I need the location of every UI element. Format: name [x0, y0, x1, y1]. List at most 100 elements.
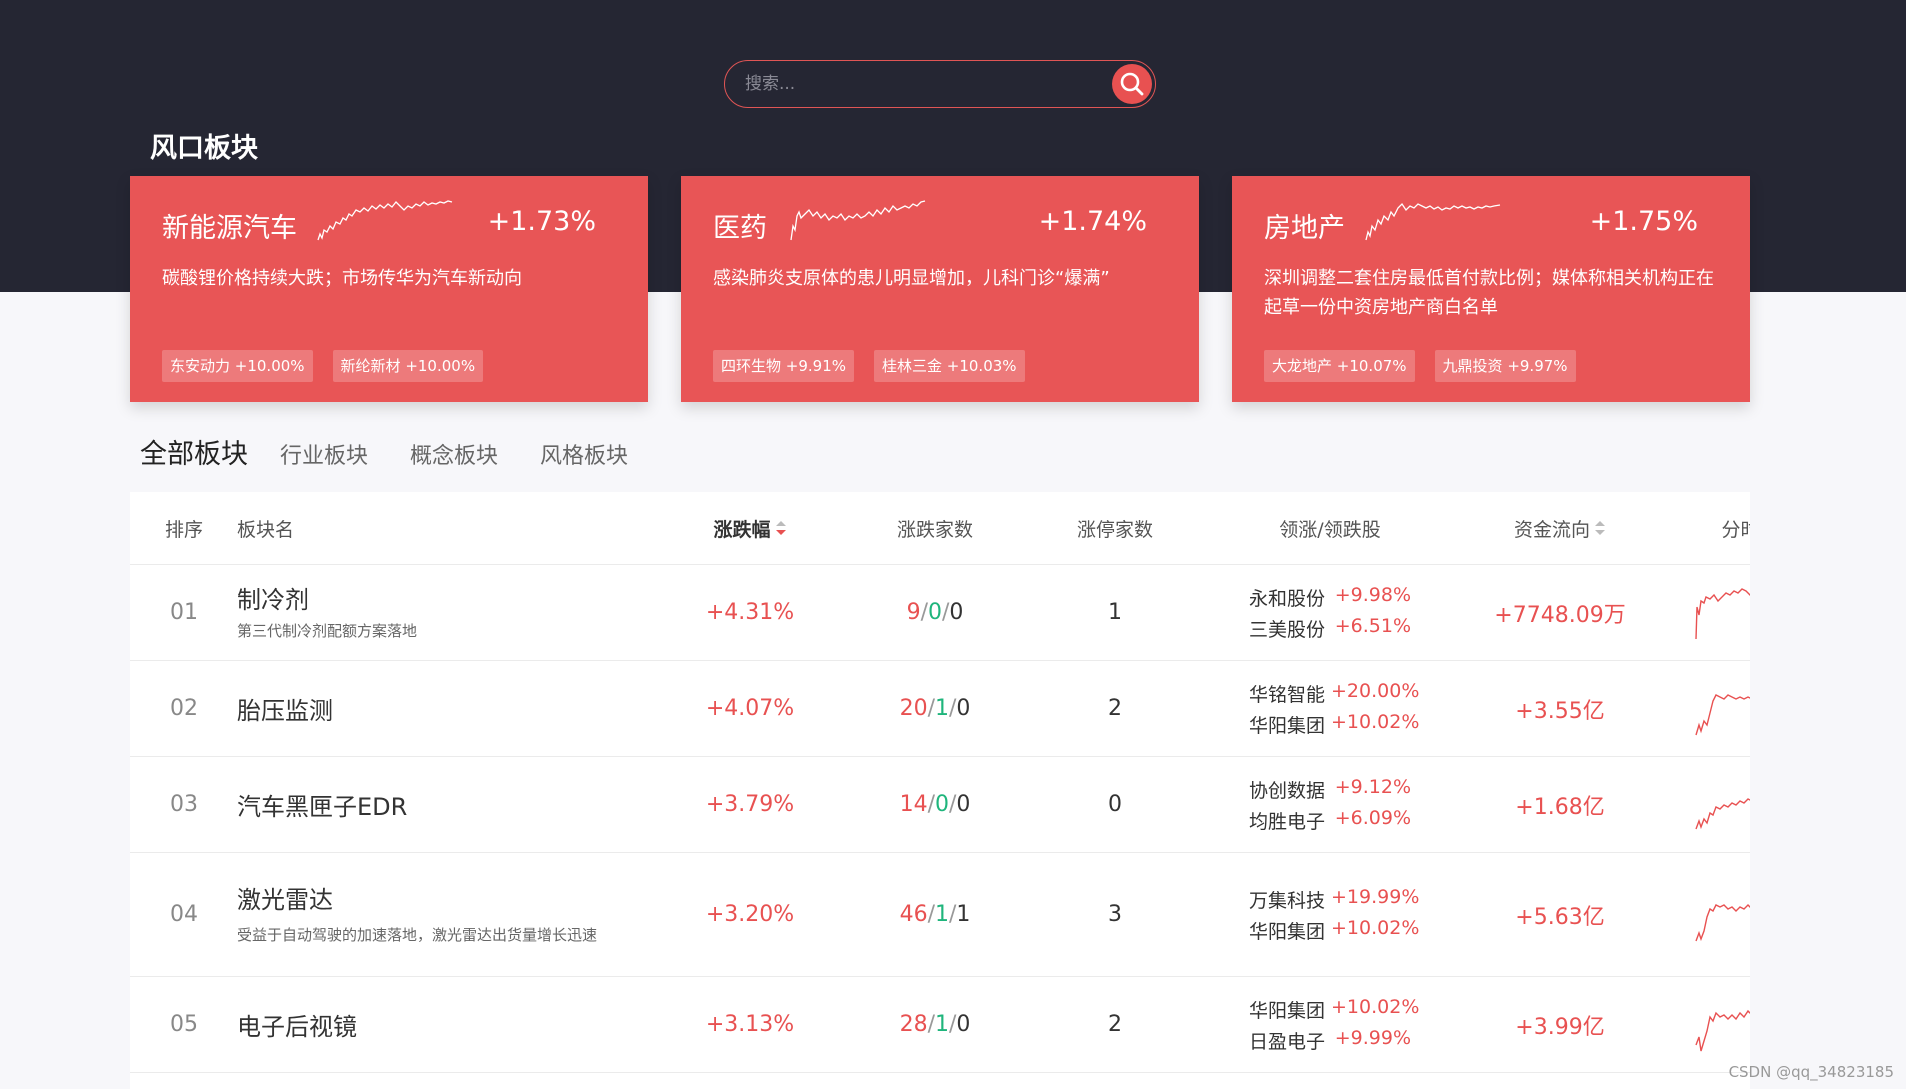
flat-count: 0: [949, 600, 964, 625]
up-count: 46: [899, 902, 928, 927]
sector-tabs: 全部板块 行业板块 概念板块 风格板块: [140, 432, 670, 471]
limit-up-count: 1: [1108, 600, 1122, 625]
search-bar: [724, 60, 1156, 108]
fund-flow: +5.63亿: [1515, 904, 1605, 930]
hot-card-news[interactable]: 感染肺炎支原体的患儿明显增加，儿科门诊“爆满”: [713, 264, 1173, 293]
header-change-label: 涨跌幅: [713, 518, 771, 541]
intraday-chart[interactable]: [1694, 585, 1750, 641]
leader-stock[interactable]: 日盈电子: [1249, 1027, 1331, 1054]
sector-name[interactable]: 激光雷达: [237, 880, 333, 915]
intraday-chart[interactable]: [1694, 997, 1750, 1053]
header-name: 板块名: [237, 492, 637, 564]
flat-count: 0: [956, 792, 971, 817]
limit-up-count: 3: [1108, 902, 1122, 927]
flat-count: 1: [956, 902, 971, 927]
tab-all[interactable]: 全部板块: [140, 432, 248, 471]
fund-flow: +3.55亿: [1515, 698, 1605, 724]
sector-name[interactable]: 电子后视镜: [237, 1007, 357, 1042]
sector-name[interactable]: 汽车黑匣子EDR: [237, 787, 407, 822]
change-pct: +3.79%: [705, 792, 795, 817]
hot-card-nev[interactable]: 新能源汽车 +1.73% 碳酸锂价格持续大跌；市场传华为汽车新动向 东安动力 +…: [130, 176, 648, 402]
leader-pct: +19.99%: [1331, 885, 1420, 908]
tab-industry[interactable]: 行业板块: [280, 438, 368, 470]
stock-tag[interactable]: 大龙地产 +10.07%: [1264, 350, 1415, 382]
change-pct: +4.07%: [705, 696, 795, 721]
table-row[interactable]: 04 激光雷达 受益于自动驾驶的加速落地，激光雷达出货量增长迅速 +3.20% …: [130, 853, 1750, 977]
hot-card-news[interactable]: 碳酸锂价格持续大跌；市场传华为汽车新动向: [162, 264, 622, 293]
stock-tag[interactable]: 新纶新材 +10.00%: [332, 350, 484, 382]
header-chart: 分时图: [1721, 518, 1750, 541]
leader-stock[interactable]: 永和股份: [1249, 584, 1331, 611]
leader-stock[interactable]: 万集科技: [1249, 886, 1331, 913]
hot-card-pct: +1.74%: [1038, 206, 1147, 237]
table-row[interactable]: 01 制冷剂 第三代制冷剂配额方案落地 +4.31% 9/0/0 1 永和股份 +…: [130, 565, 1750, 661]
sort-desc-icon: [775, 521, 786, 535]
header-count: 涨跌家数: [896, 518, 973, 541]
down-count: 0: [935, 792, 949, 817]
leader-pct: +9.98%: [1334, 583, 1411, 606]
leader-stock[interactable]: 均胜电子: [1249, 807, 1331, 834]
row-rank: 01: [170, 600, 198, 625]
leader-stock[interactable]: 协创数据: [1249, 776, 1331, 803]
up-down-count: 9/0/0: [906, 600, 964, 625]
section-title: 风口板块: [150, 133, 258, 164]
table-row[interactable]: 05 电子后视镜 +3.13% 28/1/0 2 华阳集团 +10.02% 日盈电…: [130, 977, 1750, 1073]
header-change-sort[interactable]: 涨跌幅: [660, 492, 840, 564]
hot-card-real-estate[interactable]: 房地产 +1.75% 深圳调整二套住房最低首付款比例；媒体称相关机构正在起草一份…: [1232, 176, 1750, 402]
fund-flow: +7748.09万: [1494, 602, 1626, 628]
hot-card-pct: +1.73%: [487, 206, 596, 237]
hot-card-name: 新能源汽车: [162, 213, 297, 244]
stock-tag[interactable]: 四环生物 +9.91%: [713, 350, 854, 382]
leader-pct: +9.99%: [1334, 1026, 1411, 1049]
leader-pct: +10.02%: [1331, 710, 1420, 733]
stock-tag[interactable]: 东安动力 +10.00%: [162, 350, 313, 382]
stock-tag[interactable]: 桂林三金 +10.03%: [874, 350, 1025, 382]
leader-pct: +6.51%: [1334, 614, 1411, 637]
header-limit: 涨停家数: [1076, 518, 1153, 541]
row-rank: 03: [170, 792, 198, 817]
up-down-count: 20/1/0: [899, 696, 971, 721]
up-down-count: 28/1/0: [899, 1012, 971, 1037]
down-count: 1: [935, 696, 949, 721]
intraday-chart[interactable]: [1694, 887, 1750, 943]
search-button[interactable]: [1112, 64, 1152, 104]
table-row[interactable]: 02 胎压监测 +4.07% 20/1/0 2 华铭智能 +20.00% 华阳集团…: [130, 661, 1750, 757]
search-input[interactable]: [745, 71, 1085, 97]
leader-stock[interactable]: 华铭智能: [1249, 680, 1331, 707]
intraday-chart[interactable]: [1694, 681, 1750, 737]
table-header: 排序 板块名 涨跌幅 涨跌家数 涨停家数 领涨/领跌股 资金流向 分时图: [130, 492, 1750, 565]
up-count: 9: [906, 600, 921, 625]
sector-name[interactable]: 制冷剂: [237, 580, 309, 615]
stock-tag[interactable]: 九鼎投资 +9.97%: [1434, 350, 1576, 382]
tab-concept[interactable]: 概念板块: [410, 438, 498, 470]
hot-card-news[interactable]: 深圳调整二套住房最低首付款比例；媒体称相关机构正在起草一份中资房地产商白名单: [1264, 264, 1724, 322]
header-name-label: 板块名: [237, 518, 295, 541]
leader-pct: +9.12%: [1334, 775, 1411, 798]
table-row[interactable]: 03 汽车黑匣子EDR +3.79% 14/0/0 0 协创数据 +9.12% 均…: [130, 757, 1750, 853]
header-flow-sort[interactable]: 资金流向: [1460, 492, 1660, 564]
row-rank: 02: [170, 696, 198, 721]
fund-flow: +1.68亿: [1515, 794, 1605, 820]
leader-stock[interactable]: 华阳集团: [1249, 711, 1331, 738]
leader-stock[interactable]: 华阳集团: [1249, 996, 1331, 1023]
leader-stock[interactable]: 三美股份: [1249, 615, 1331, 642]
up-down-count: 46/1/1: [899, 902, 971, 927]
sparkline-chart: [317, 200, 453, 241]
limit-up-count: 2: [1108, 696, 1122, 721]
sector-desc: 受益于自动驾驶的加速落地，激光雷达出货量增长迅速: [237, 926, 598, 944]
search-icon: [1120, 72, 1144, 96]
hot-card-medicine[interactable]: 医药 +1.74% 感染肺炎支原体的患儿明显增加，儿科门诊“爆满” 四环生物 +…: [681, 176, 1199, 402]
sort-icon: [1595, 521, 1605, 535]
row-rank: 04: [170, 902, 198, 927]
leader-stock[interactable]: 华阳集团: [1249, 917, 1331, 944]
leader-pct: +6.09%: [1334, 806, 1411, 829]
change-pct: +3.20%: [705, 902, 795, 927]
sector-name[interactable]: 胎压监测: [237, 691, 333, 726]
hot-card-pct: +1.75%: [1589, 206, 1698, 237]
sparkline-chart: [790, 200, 926, 241]
up-down-count: 14/0/0: [899, 792, 971, 817]
intraday-chart[interactable]: [1694, 777, 1750, 833]
watermark: CSDN @qq_34823185: [1728, 1063, 1894, 1081]
tab-style[interactable]: 风格板块: [540, 438, 628, 470]
down-count: 1: [935, 902, 949, 927]
